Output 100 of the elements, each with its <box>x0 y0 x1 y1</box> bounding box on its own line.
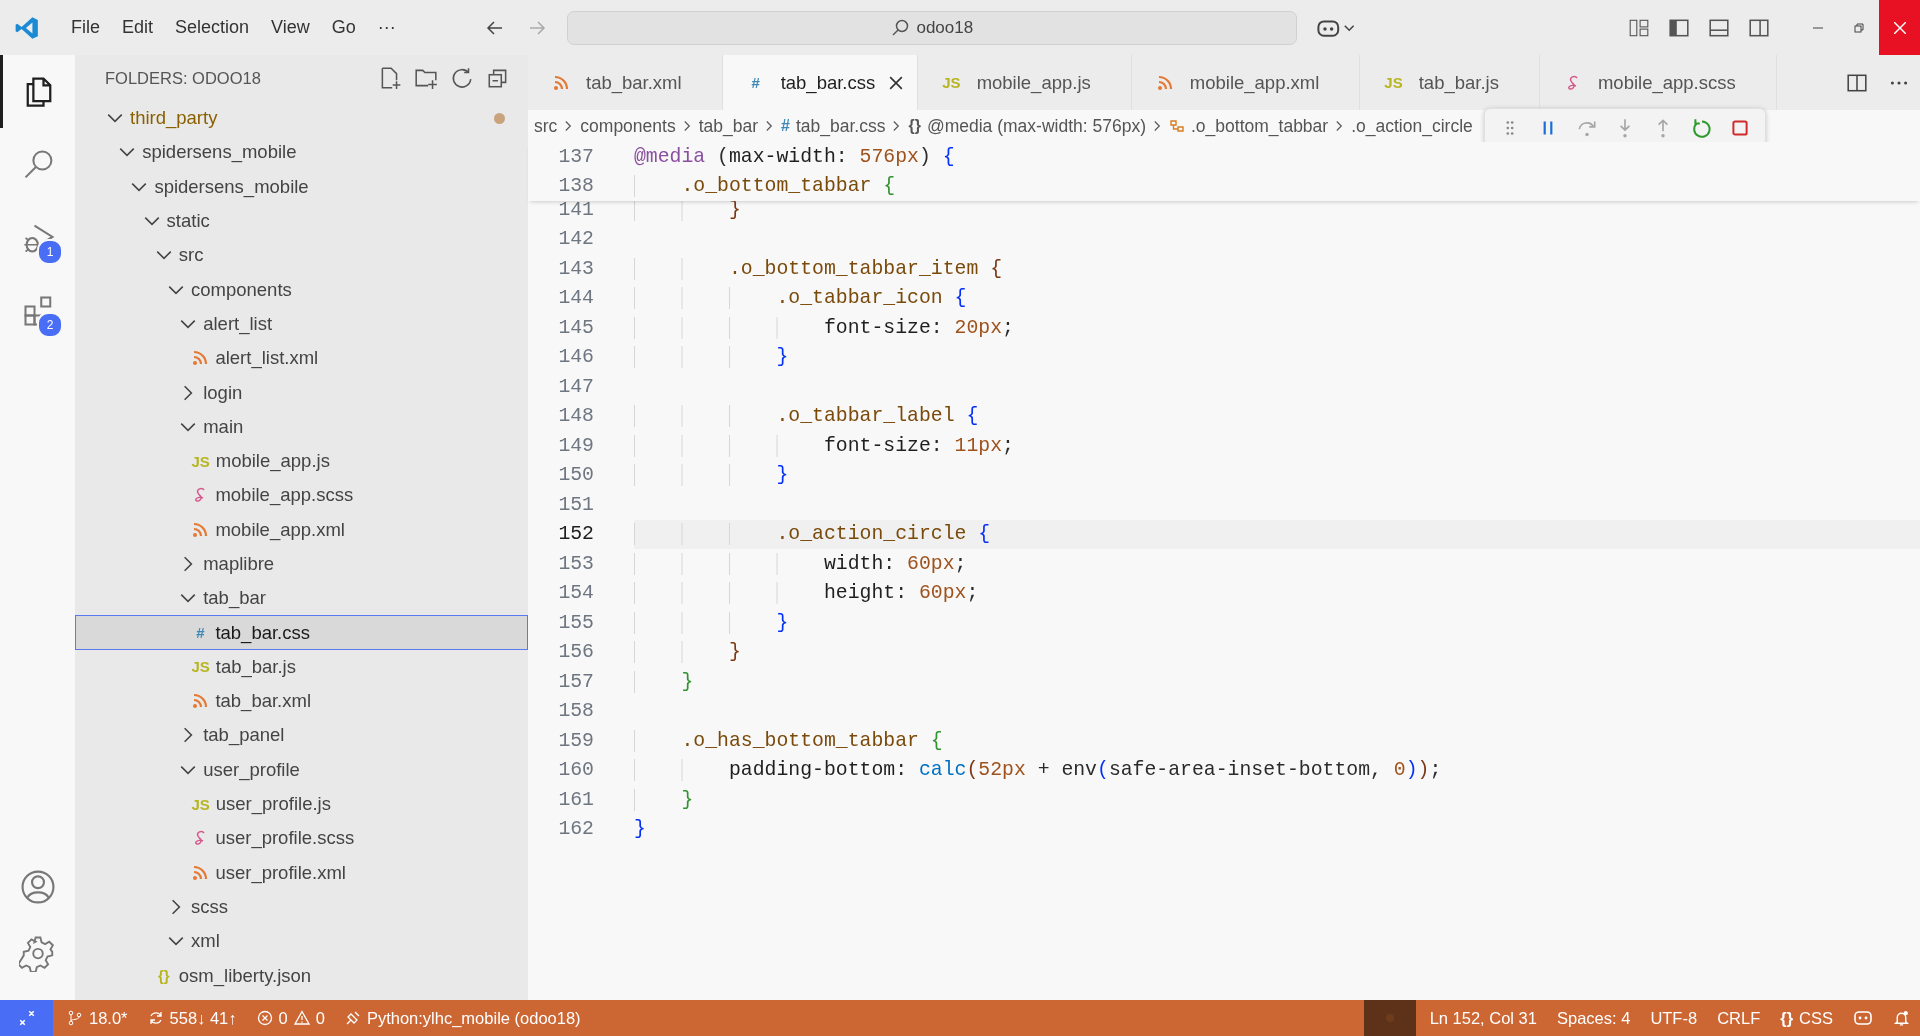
line-number: 147 <box>557 375 594 398</box>
line-number: 155 <box>557 611 594 634</box>
chevron-icon <box>765 119 775 133</box>
restart-icon[interactable] <box>1690 117 1713 139</box>
code-line: } <box>634 670 694 693</box>
tree-item[interactable]: JS tab_bar.js <box>75 649 528 685</box>
line-number: 144 <box>557 287 594 310</box>
class-symbol-icon <box>1169 118 1185 134</box>
explorer-title: FOLDERS: ODOO18 <box>105 68 261 88</box>
tree-item[interactable]: alert_list <box>75 306 528 342</box>
breadcrumb-item[interactable]: .o_bottom_tabbar <box>1169 115 1329 137</box>
tree-item[interactable]: user_profile.xml <box>75 855 528 890</box>
code-line: .o_tabbar_icon { <box>634 287 967 310</box>
menu-item[interactable]: Selection <box>164 13 261 42</box>
tree-item[interactable]: alert_list.xml <box>75 341 528 376</box>
tree-item[interactable]: third_party <box>75 101 528 136</box>
breadcrumb-item[interactable]: .o_action_circle <box>1351 115 1473 137</box>
file-type-icon: # <box>191 624 210 642</box>
menu-item[interactable]: View <box>260 13 321 42</box>
tree-item[interactable]: spidersens_mobile <box>75 135 528 170</box>
refresh-icon[interactable] <box>450 66 474 90</box>
status-item[interactable]: CRLF <box>1707 1000 1771 1036</box>
bell-icon <box>1893 1009 1910 1027</box>
tree-item[interactable]: # tab_bar.css <box>75 615 528 650</box>
line-number: 157 <box>557 670 594 693</box>
tree-item[interactable]: main <box>75 409 528 444</box>
language-status[interactable]: {} CSS <box>1770 1000 1843 1036</box>
branch-icon <box>67 1010 83 1026</box>
rss-icon <box>191 693 210 710</box>
status-item[interactable]: UTF-8 <box>1640 1000 1708 1036</box>
tree-item[interactable]: tab_panel <box>75 718 528 753</box>
activity-bar-item[interactable]: 2 <box>0 274 75 347</box>
breadcrumb-item[interactable]: {} @media (max-width: 576px) <box>908 115 1146 137</box>
tree-item[interactable]: user_profile.scss <box>75 821 528 856</box>
file-type-icon: JS <box>942 74 961 91</box>
tree-item[interactable]: mobile_app.scss <box>75 478 528 513</box>
code-line: .o_tabbar_label { <box>634 405 979 428</box>
tree-item[interactable]: maplibre <box>75 546 528 582</box>
file-type-icon: # <box>781 117 790 135</box>
braces-icon: {} <box>1780 1008 1794 1028</box>
tree-item[interactable]: scss <box>75 889 528 925</box>
chevron-icon <box>682 119 692 133</box>
status-item[interactable]: Spaces: 4 <box>1547 1000 1641 1036</box>
menu-item[interactable]: Go <box>320 13 367 42</box>
command-center-field[interactable]: odoo18 <box>566 10 1297 45</box>
branch-status[interactable]: 18.0* <box>57 1000 138 1036</box>
editor-tab[interactable]: tab_bar.xml <box>528 55 723 110</box>
error-icon <box>256 1010 273 1026</box>
file-type-icon: JS <box>191 658 210 676</box>
breadcrumb-item[interactable]: # tab_bar.css <box>781 115 886 137</box>
tree-item[interactable]: components <box>75 272 528 307</box>
count-badge: 1 <box>37 239 63 265</box>
rss-icon <box>191 350 210 367</box>
tree-item[interactable]: mobile_app.xml <box>75 512 528 547</box>
rss-icon <box>191 864 210 881</box>
tree-item[interactable]: tab_bar <box>75 581 528 616</box>
breadcrumb-item[interactable]: tab_bar <box>698 115 759 137</box>
menu-item[interactable]: ··· <box>366 13 407 42</box>
chevron-icon <box>564 119 574 133</box>
editor-tab[interactable]: mobile_app.xml <box>1131 55 1361 110</box>
line-number: 143 <box>557 257 594 280</box>
line-number: 154 <box>557 582 594 605</box>
settings-icon[interactable] <box>18 934 57 972</box>
rss-icon <box>552 74 570 91</box>
file-type-icon: JS <box>191 452 210 470</box>
tree-item[interactable]: src <box>75 238 528 273</box>
remote-button[interactable] <box>0 1000 53 1036</box>
tree-item[interactable]: JS mobile_app.js <box>75 443 528 479</box>
tree-item[interactable]: user_profile <box>75 752 528 787</box>
problems-status[interactable]: 0 0 <box>246 1000 335 1036</box>
close-icon <box>1893 21 1906 34</box>
tree-item[interactable]: static <box>75 203 528 239</box>
menu-item[interactable]: File <box>60 13 111 42</box>
rss-icon <box>1155 74 1174 91</box>
menu-item[interactable]: Edit <box>111 13 165 42</box>
sync-status[interactable]: 558↓ 41↑ <box>137 1000 247 1036</box>
chevron-icon <box>1335 119 1345 133</box>
activity-bar-item[interactable]: 1 <box>0 201 75 274</box>
search-icon <box>890 17 911 38</box>
code-line: padding-bottom: calc(52px + env(safe-area-inset-bottom, 0)); <box>634 759 1442 782</box>
line-number: 162 <box>557 818 594 841</box>
tree-item[interactable]: JS user_profile.js <box>75 786 528 822</box>
python-status[interactable]: Python:ylhc_mobile (odoo18) <box>334 1000 591 1036</box>
tree-item[interactable]: spidersens_mobile <box>75 169 528 204</box>
tree-item[interactable]: {} osm_liberty.json <box>75 958 528 993</box>
rss-icon <box>191 521 210 538</box>
code-line: .o_bottom_tabbar_item { <box>634 257 1002 280</box>
editor-tab[interactable]: JS mobile_app.js <box>918 55 1132 110</box>
breadcrumb-item[interactable]: components <box>580 115 676 137</box>
tree-item[interactable]: tab_bar.xml <box>75 684 528 719</box>
tree-item[interactable]: login <box>75 375 528 410</box>
status-item[interactable]: Ln 152, Col 31 <box>1419 1000 1547 1036</box>
editor-tab[interactable]: # tab_bar.css <box>722 55 919 110</box>
copilot-icon <box>1853 1010 1873 1026</box>
code-line: } <box>634 346 789 369</box>
line-number: 149 <box>557 434 594 457</box>
tree-item[interactable]: xml <box>75 924 528 959</box>
breadcrumb-item[interactable]: src <box>534 115 558 137</box>
close-icon[interactable] <box>889 75 904 90</box>
line-number: 161 <box>557 788 594 811</box>
